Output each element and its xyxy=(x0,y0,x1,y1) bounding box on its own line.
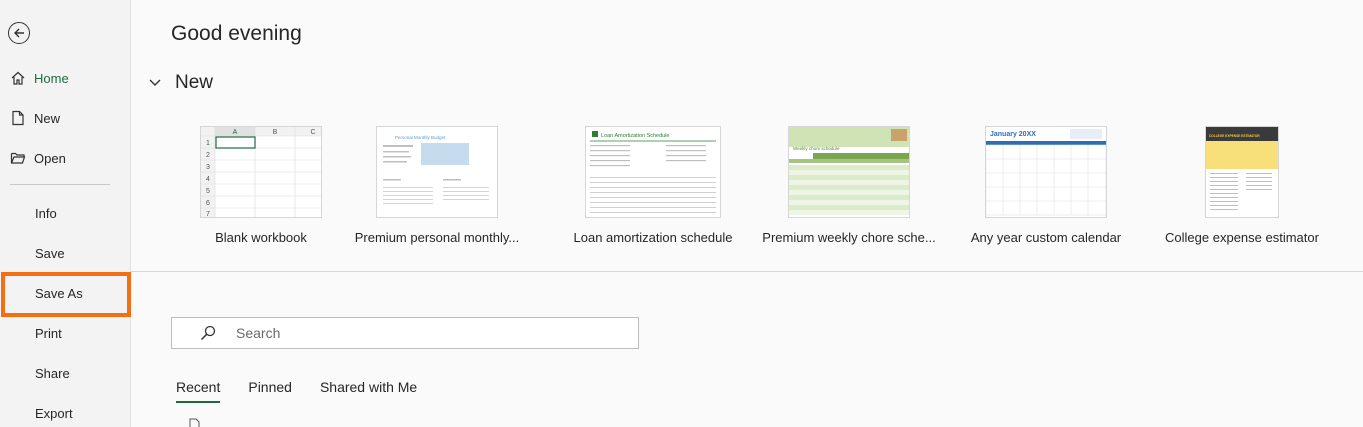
save-as-highlight-box xyxy=(1,272,131,317)
main-content: Good evening New A B C 1 2 3 4 5 6 7 Bla… xyxy=(131,0,1363,427)
template-weekly-chore-schedule[interactable]: Weekly chore schedule Premium weekly cho… xyxy=(762,126,936,245)
sidebar-item-export[interactable]: Export xyxy=(35,406,73,421)
sidebar-item-save[interactable]: Save xyxy=(35,246,65,261)
column-header-b: B xyxy=(273,129,278,136)
sidebar-item-new[interactable]: New xyxy=(10,107,60,129)
row-header: 7 xyxy=(206,211,210,217)
template-college-expense-estimator[interactable]: COLLEGE EXPENSE ESTIMATOR College expens… xyxy=(1162,126,1322,245)
search-input[interactable] xyxy=(234,324,618,342)
thumbnail-title: COLLEGE EXPENSE ESTIMATOR xyxy=(1209,134,1260,138)
template-thumbnail: A B C 1 2 3 4 5 6 7 xyxy=(200,126,322,218)
column-header-a: A xyxy=(233,129,238,136)
row-header: 1 xyxy=(206,140,210,147)
sidebar-item-open[interactable]: Open xyxy=(10,147,66,169)
template-thumbnail: Loan Amortization Schedule xyxy=(585,126,721,218)
column-header-c: C xyxy=(310,129,315,136)
new-document-icon xyxy=(10,110,26,126)
tab-shared-with-me[interactable]: Shared with Me xyxy=(320,379,417,403)
row-header: 3 xyxy=(206,164,210,171)
section-divider xyxy=(131,271,1363,272)
thumbnail-title: Weekly chore schedule xyxy=(793,146,840,151)
template-personal-monthly-budget[interactable]: Personal Monthly Budget Premium personal… xyxy=(355,126,519,245)
template-label: Loan amortization schedule xyxy=(573,230,733,245)
open-folder-icon xyxy=(10,150,26,166)
back-button[interactable] xyxy=(8,22,30,44)
template-label: Premium weekly chore sche... xyxy=(762,230,936,245)
backstage-sidebar: Home New Open Info Save Save As Print Sh… xyxy=(0,0,131,427)
template-loan-amortization-schedule[interactable]: Loan Amortization Schedule Loan amortiza… xyxy=(573,126,733,245)
thumbnail-title: Loan Amortization Schedule xyxy=(601,133,670,139)
template-thumbnail: January 20XX xyxy=(985,126,1107,218)
chevron-down-icon xyxy=(149,79,161,86)
row-header: 5 xyxy=(206,188,210,195)
template-label: Any year custom calendar xyxy=(970,230,1122,245)
template-thumbnail: Personal Monthly Budget xyxy=(376,126,498,218)
template-blank-workbook[interactable]: A B C 1 2 3 4 5 6 7 Blank workbook xyxy=(181,126,341,245)
new-section-header[interactable]: New xyxy=(149,72,213,94)
sidebar-item-home[interactable]: Home xyxy=(10,67,69,89)
search-icon xyxy=(200,325,216,341)
tab-recent[interactable]: Recent xyxy=(176,379,221,403)
sidebar-item-label: Open xyxy=(34,150,66,166)
new-section-label: New xyxy=(175,72,214,93)
tab-pinned[interactable]: Pinned xyxy=(248,379,292,403)
sidebar-item-info[interactable]: Info xyxy=(35,206,57,221)
file-tabs: Recent Pinned Shared with Me xyxy=(176,379,445,403)
template-any-year-custom-calendar[interactable]: January 20XX Any year custom calendar xyxy=(966,126,1126,245)
search-box[interactable] xyxy=(171,317,639,349)
template-label: College expense estimator xyxy=(1165,230,1319,245)
thumbnail-title: January 20XX xyxy=(990,131,1036,138)
sidebar-item-print[interactable]: Print xyxy=(35,326,62,341)
template-label: Blank workbook xyxy=(215,230,307,245)
template-thumbnail: COLLEGE EXPENSE ESTIMATOR xyxy=(1205,126,1279,218)
sidebar-divider xyxy=(10,184,110,185)
back-arrow-icon xyxy=(14,28,24,38)
sidebar-item-label: New xyxy=(34,110,61,126)
sidebar-item-share[interactable]: Share xyxy=(35,366,70,381)
row-header: 6 xyxy=(206,200,210,207)
template-thumbnail: Weekly chore schedule xyxy=(788,126,910,218)
home-icon xyxy=(10,70,26,86)
template-label: Premium personal monthly... xyxy=(354,230,520,245)
thumbnail-title: Personal Monthly Budget xyxy=(395,135,446,140)
page-title: Good evening xyxy=(171,22,302,45)
row-header: 4 xyxy=(206,176,210,183)
sidebar-item-label: Home xyxy=(34,70,69,86)
file-icon xyxy=(189,418,200,427)
row-header: 2 xyxy=(206,152,210,159)
